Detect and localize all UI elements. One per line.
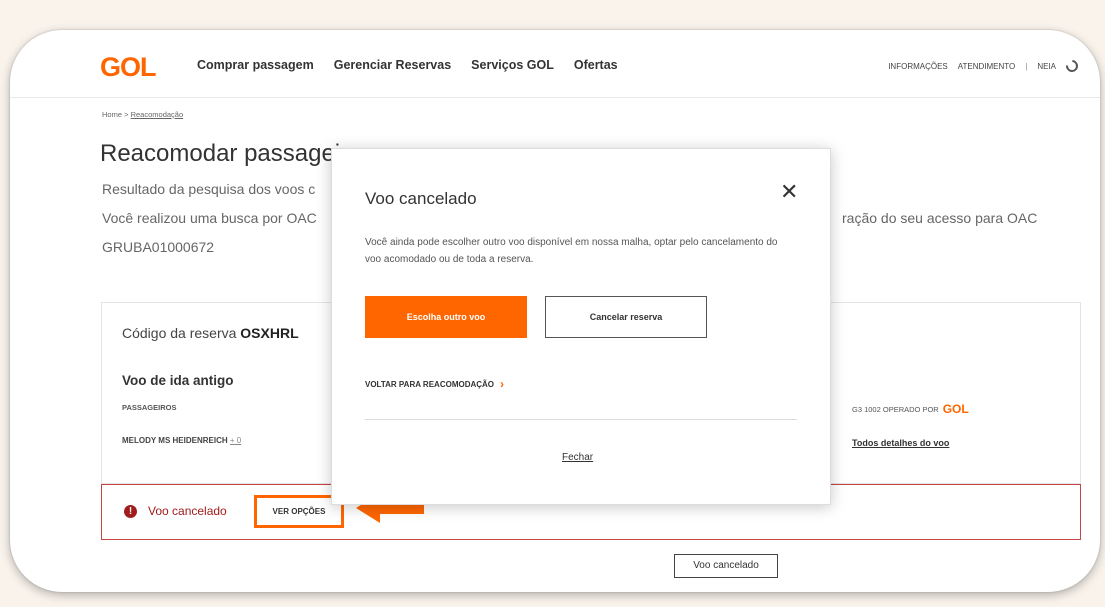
status-label: Voo cancelado xyxy=(674,554,778,578)
search-info-text-right: ração do seu acesso para OAC xyxy=(842,210,1038,226)
cancel-reservation-button[interactable]: Cancelar reserva xyxy=(545,296,707,338)
nav-informacoes[interactable]: INFORMAÇÕES xyxy=(888,62,948,71)
logout-icon[interactable] xyxy=(1063,57,1081,75)
close-link[interactable]: Fechar xyxy=(562,452,593,463)
breadcrumb-home[interactable]: Home xyxy=(102,110,122,119)
access-code-text: GRUBA01000672 xyxy=(102,239,215,255)
passenger-row: MELODY MS HEIDENREICH + 0 xyxy=(122,436,241,445)
nav-links: Comprar passagem Gerenciar Reservas Serv… xyxy=(197,58,618,72)
flight-operated-text: G3 1002 OPERADO POR xyxy=(852,404,939,414)
modal-divider xyxy=(365,419,797,420)
reservation-code-value: OSXHRL xyxy=(240,325,299,341)
cancel-modal: Voo cancelado ✕ Você ainda pode escolher… xyxy=(331,148,831,505)
nav-atendimento[interactable]: ATENDIMENTO xyxy=(958,62,1015,71)
passenger-name: MELODY MS HEIDENREICH xyxy=(122,436,228,445)
back-link-label[interactable]: VOLTAR PARA REACOMODAÇÃO xyxy=(365,380,494,389)
operator-logo: GOL xyxy=(942,402,969,416)
search-result-text: Resultado da pesquisa dos voos c xyxy=(102,181,316,197)
passenger-more-link[interactable]: + 0 xyxy=(230,436,241,445)
nav-comprar-passagem[interactable]: Comprar passagem xyxy=(197,58,314,72)
chevron-right-icon: › xyxy=(500,377,505,391)
close-icon[interactable]: ✕ xyxy=(780,179,798,205)
gol-logo[interactable]: GOL xyxy=(100,52,156,83)
nav-right: INFORMAÇÕES ATENDIMENTO | NEIA xyxy=(888,57,1081,75)
top-nav: GOL Comprar passagem Gerenciar Reservas … xyxy=(10,30,1100,98)
nav-servicos-gol[interactable]: Serviços GOL xyxy=(471,58,554,72)
nav-user-name[interactable]: NEIA xyxy=(1037,62,1056,71)
back-to-reaccommodation-link[interactable]: VOLTAR PARA REACOMODAÇÃO › xyxy=(365,377,504,391)
breadcrumb-separator: > xyxy=(124,110,129,119)
passengers-header: PASSAGEIROS xyxy=(122,403,177,412)
search-info-text: Você realizou uma busca por OAC xyxy=(102,210,317,226)
reservation-code: Código da reserva OSXHRL xyxy=(122,325,299,341)
choose-other-flight-button[interactable]: Escolha outro voo xyxy=(365,296,527,338)
alert-text: Voo cancelado xyxy=(148,504,227,518)
modal-title: Voo cancelado xyxy=(365,189,477,208)
exclamation-icon: ! xyxy=(124,505,137,518)
flight-title: Voo de ida antigo xyxy=(122,373,234,388)
nav-gerenciar-reservas[interactable]: Gerenciar Reservas xyxy=(334,58,451,72)
reservation-code-label: Código da reserva xyxy=(122,325,237,341)
modal-text: Você ainda pode escolher outro voo dispo… xyxy=(365,237,778,265)
breadcrumb: Home > Reacomodação xyxy=(102,110,183,119)
breadcrumb-current[interactable]: Reacomodação xyxy=(131,110,184,119)
flight-details-link[interactable]: Todos detalhes do voo xyxy=(852,438,949,448)
nav-ofertas[interactable]: Ofertas xyxy=(574,58,618,72)
nav-separator: | xyxy=(1025,61,1028,71)
operated-by: G3 1002 OPERADO POR GOL xyxy=(852,402,969,416)
